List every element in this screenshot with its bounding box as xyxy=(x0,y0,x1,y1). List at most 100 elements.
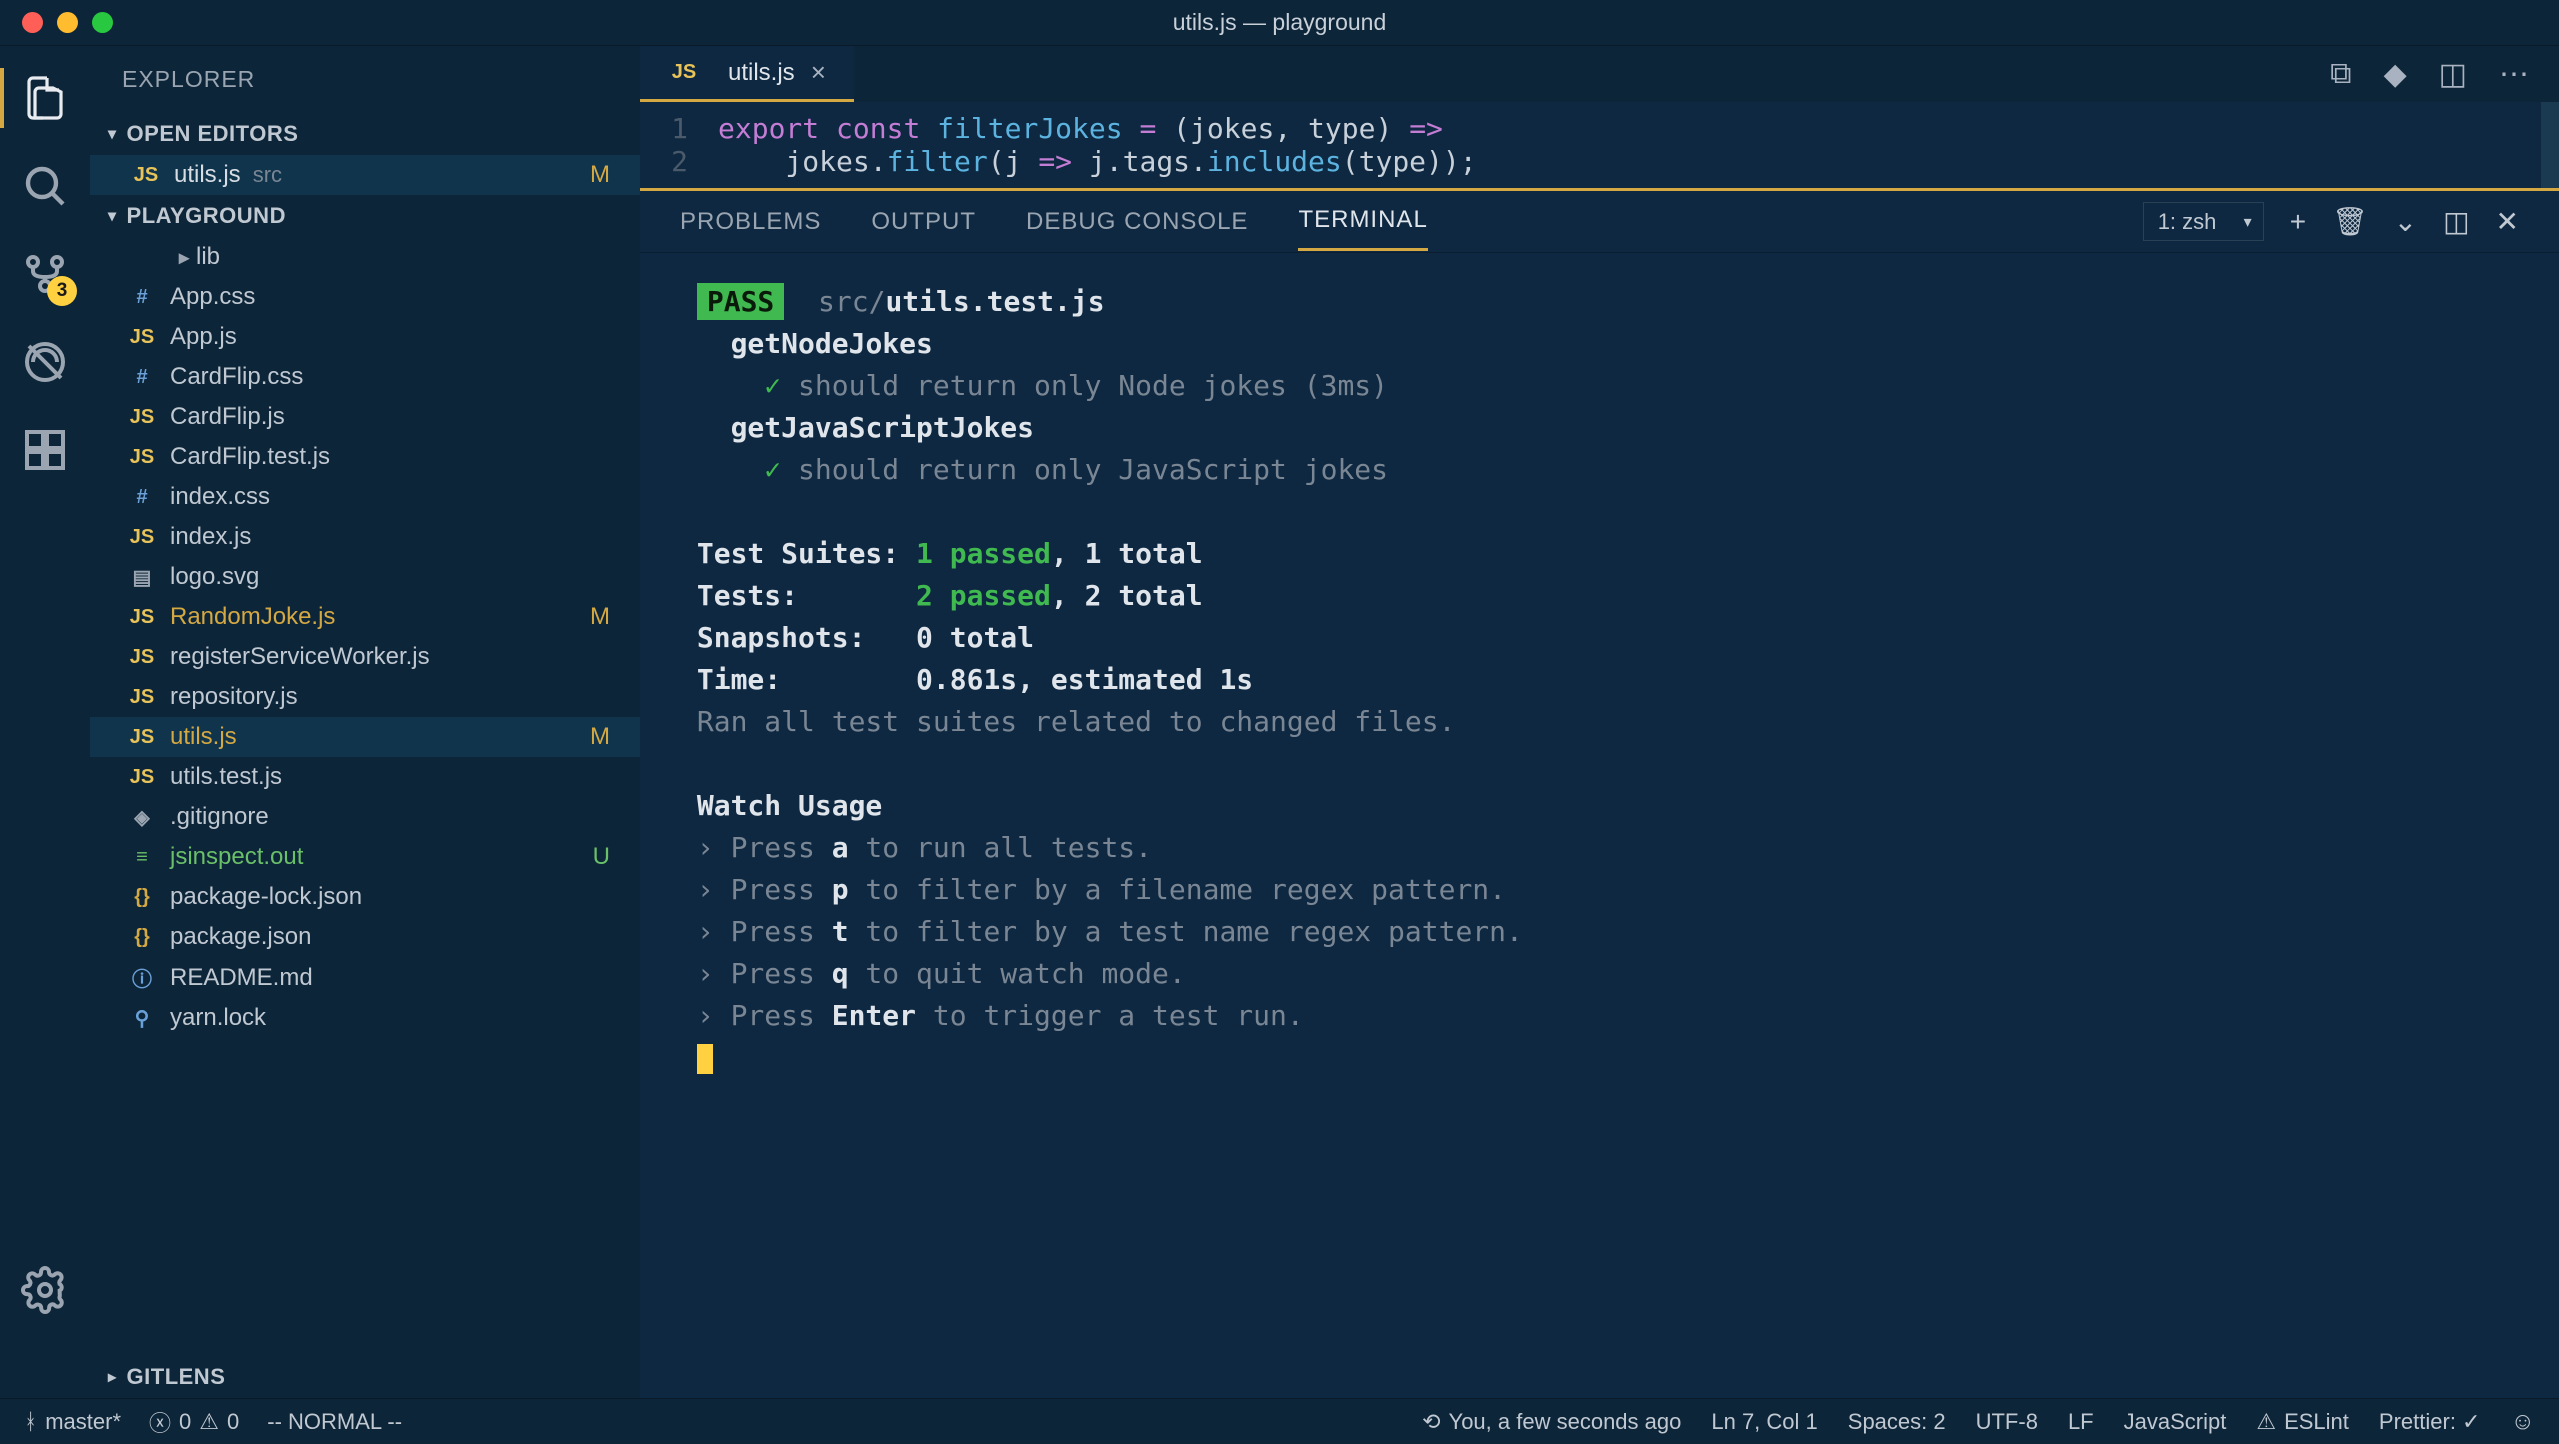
git-file-icon: ◈ xyxy=(126,805,158,830)
extensions-icon[interactable] xyxy=(21,426,69,474)
window-minimize-button[interactable] xyxy=(57,12,78,33)
explorer-icon[interactable] xyxy=(21,74,69,122)
gitlens-section[interactable]: ▸ GITLENS xyxy=(90,1356,640,1398)
out-file-icon: ≡ xyxy=(126,846,158,869)
js-file-icon: JS xyxy=(126,606,158,629)
js-file-icon: JS xyxy=(126,406,158,429)
prettier-status[interactable]: Prettier: ✓ xyxy=(2379,1408,2481,1436)
window-close-button[interactable] xyxy=(22,12,43,33)
cursor-position[interactable]: Ln 7, Col 1 xyxy=(1711,1408,1817,1436)
feedback-icon[interactable]: ☺ xyxy=(2510,1408,2535,1436)
chevron-down-icon: ▾ xyxy=(108,206,117,226)
file-item[interactable]: ◈.gitignore xyxy=(90,797,640,837)
git-branch[interactable]: ᚼ master* xyxy=(24,1409,121,1435)
workspace-section[interactable]: ▾ PLAYGROUND xyxy=(90,195,640,237)
js-file-icon: JS xyxy=(126,646,158,669)
yarn-file-icon: ⚲ xyxy=(126,1006,158,1031)
tab-output[interactable]: OUTPUT xyxy=(871,194,976,250)
split-editor-icon[interactable]: ◫ xyxy=(2439,57,2467,92)
file-item[interactable]: JSRandomJoke.jsM xyxy=(90,597,640,637)
debug-icon[interactable] xyxy=(21,338,69,386)
search-icon[interactable] xyxy=(21,162,69,210)
file-item[interactable]: ▸lib xyxy=(90,237,640,277)
md-file-icon: ⓘ xyxy=(126,963,158,992)
file-item[interactable]: JSrepository.js xyxy=(90,677,640,717)
editor-tabs: JS utils.js × ⧉ ◆ ◫ ⋯ xyxy=(640,46,2559,102)
errors-count[interactable]: ⓧ 0 ⚠ 0 xyxy=(149,1406,239,1438)
eol[interactable]: LF xyxy=(2068,1408,2094,1436)
activity-bar: 3 xyxy=(0,46,90,1398)
css-file-icon: # xyxy=(126,286,158,309)
maximize-panel-icon[interactable]: ◫ xyxy=(2443,205,2469,238)
diff-icon[interactable]: ◆ xyxy=(2384,57,2407,92)
code-line: 2 jokes.filter(j => j.tags.includes(type… xyxy=(640,145,2559,178)
js-file-icon: JS xyxy=(126,526,158,549)
css-file-icon: # xyxy=(126,366,158,389)
file-item[interactable]: JSCardFlip.test.js xyxy=(90,437,640,477)
sidebar-title: EXPLORER xyxy=(90,46,640,113)
file-item[interactable]: JSindex.js xyxy=(90,517,640,557)
tab-problems[interactable]: PROBLEMS xyxy=(680,194,821,250)
js-file-icon: JS xyxy=(126,326,158,349)
file-item[interactable]: JSutils.test.js xyxy=(90,757,640,797)
file-item[interactable]: ▤logo.svg xyxy=(90,557,640,597)
tab-debug-console[interactable]: DEBUG CONSOLE xyxy=(1026,194,1248,250)
open-editor-item[interactable]: JS utils.js src M xyxy=(90,155,640,195)
source-control-icon[interactable]: 3 xyxy=(21,250,69,298)
code-editor[interactable]: 1export const filterJokes = (jokes, type… xyxy=(640,102,2559,188)
settings-gear-icon[interactable] xyxy=(21,1266,69,1314)
file-item[interactable]: JSCardFlip.js xyxy=(90,397,640,437)
eslint-status[interactable]: ⚠ ESLint xyxy=(2256,1408,2349,1436)
js-file-icon: JS xyxy=(126,446,158,469)
code-line: 1export const filterJokes = (jokes, type… xyxy=(640,112,2559,145)
js-file-icon: JS xyxy=(130,164,162,187)
file-item[interactable]: JSutils.jsM xyxy=(90,717,640,757)
panel-tabs: PROBLEMS OUTPUT DEBUG CONSOLE TERMINAL 1… xyxy=(640,191,2559,253)
indentation[interactable]: Spaces: 2 xyxy=(1848,1408,1946,1436)
file-item[interactable]: #CardFlip.css xyxy=(90,357,640,397)
css-file-icon: # xyxy=(126,486,158,509)
scm-badge: 3 xyxy=(47,276,77,306)
file-item[interactable]: JSregisterServiceWorker.js xyxy=(90,637,640,677)
sidebar: EXPLORER ▾ OPEN EDITORS JS utils.js src … xyxy=(90,46,640,1398)
titlebar: utils.js — playground xyxy=(0,0,2559,46)
file-item[interactable]: JSApp.js xyxy=(90,317,640,357)
new-terminal-icon[interactable]: + xyxy=(2290,206,2306,238)
chevron-down-icon: ▾ xyxy=(108,124,117,144)
tab-terminal[interactable]: TERMINAL xyxy=(1298,192,1427,251)
file-list: ▸lib#App.cssJSApp.js#CardFlip.cssJSCardF… xyxy=(90,237,640,1356)
close-icon[interactable]: × xyxy=(811,57,826,88)
find-replace-icon[interactable]: ⧉ xyxy=(2330,57,2351,91)
js-file-icon: JS xyxy=(126,766,158,789)
file-item[interactable]: #App.css xyxy=(90,277,640,317)
file-item[interactable]: {}package-lock.json xyxy=(90,877,640,917)
git-blame[interactable]: ⟲ You, a few seconds ago xyxy=(1422,1408,1681,1436)
open-editors-section[interactable]: ▾ OPEN EDITORS xyxy=(90,113,640,155)
chevron-right-icon: ▸ xyxy=(108,1367,117,1387)
more-icon[interactable]: ⋯ xyxy=(2499,57,2529,92)
window-maximize-button[interactable] xyxy=(92,12,113,33)
close-panel-icon[interactable]: ✕ xyxy=(2496,205,2519,238)
file-item[interactable]: {}package.json xyxy=(90,917,640,957)
kill-terminal-icon[interactable]: 🗑 xyxy=(2332,205,2368,238)
terminal-output[interactable]: PASS src/utils.test.js getNodeJokes ✓ sh… xyxy=(640,253,2559,1398)
file-item[interactable]: ⚲yarn.lock xyxy=(90,998,640,1038)
file-item[interactable]: ⓘREADME.md xyxy=(90,957,640,998)
svg-file-icon: ▤ xyxy=(126,565,158,590)
language-mode[interactable]: JavaScript xyxy=(2124,1408,2227,1436)
folder-file-icon: ▸ xyxy=(126,245,184,270)
file-item[interactable]: ≡jsinspect.outU xyxy=(90,837,640,877)
js-file-icon: JS xyxy=(668,61,700,84)
js-file-icon: JS xyxy=(126,686,158,709)
file-item[interactable]: #index.css xyxy=(90,477,640,517)
vim-mode: -- NORMAL -- xyxy=(267,1409,402,1435)
json-file-icon: {} xyxy=(126,926,158,949)
minimap[interactable] xyxy=(2541,102,2559,188)
json-file-icon: {} xyxy=(126,886,158,909)
chevron-down-icon[interactable]: ⌄ xyxy=(2394,205,2417,238)
encoding[interactable]: UTF-8 xyxy=(1976,1408,2038,1436)
tab-utils-js[interactable]: JS utils.js × xyxy=(640,46,854,102)
js-file-icon: JS xyxy=(126,726,158,749)
window-title: utils.js — playground xyxy=(1173,9,1387,36)
terminal-selector[interactable]: 1: zsh xyxy=(2143,202,2264,241)
